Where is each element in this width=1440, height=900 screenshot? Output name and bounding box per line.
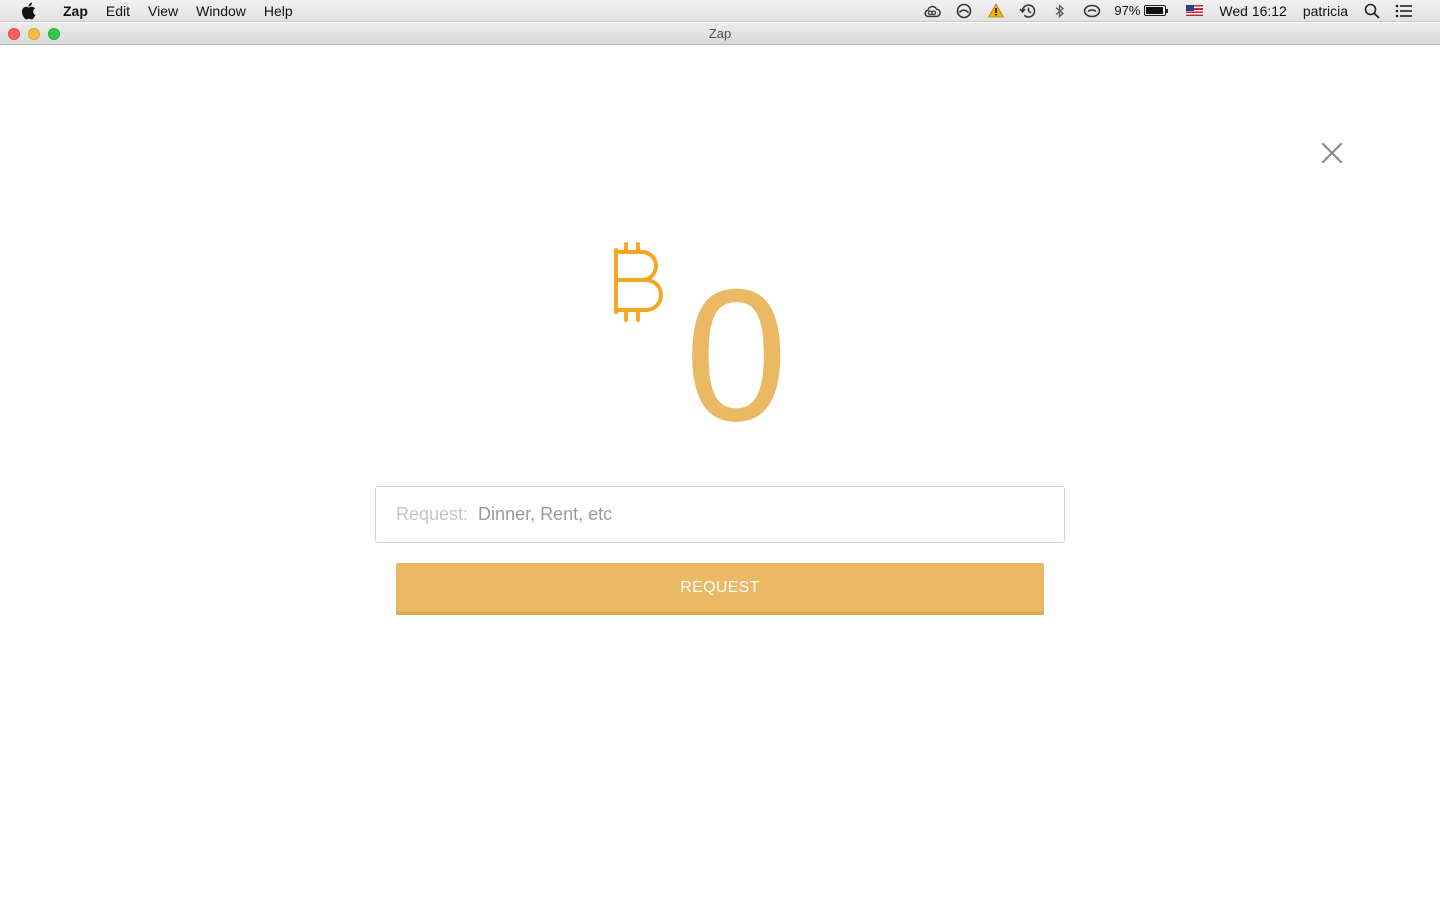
window-title-bar: Zap (0, 23, 1440, 45)
battery-percent: 97% (1114, 3, 1141, 18)
notification-center-icon[interactable] (1395, 2, 1413, 20)
bitcoin-icon[interactable] (608, 242, 668, 330)
window-controls (8, 28, 68, 40)
window-zoom-button[interactable] (48, 28, 60, 40)
menu-view[interactable]: View (139, 0, 187, 22)
apple-menu-icon[interactable] (20, 2, 38, 20)
menu-bar-status: 97% Wed 16:12 patricia (916, 0, 1440, 22)
window-close-button[interactable] (8, 28, 20, 40)
time-machine-icon[interactable] (1019, 2, 1037, 20)
request-field-label: Request: (396, 504, 469, 524)
warning-icon[interactable] (987, 2, 1005, 20)
amount-value[interactable]: 0 (685, 261, 787, 449)
creative-cloud-icon[interactable] (923, 2, 942, 20)
menu-bar-left: Zap Edit View Window Help (0, 0, 302, 22)
battery-icon[interactable] (1144, 5, 1169, 16)
request-memo-field[interactable]: Request: (375, 486, 1065, 543)
menu-edit[interactable]: Edit (97, 0, 139, 22)
menu-user[interactable]: patricia (1303, 3, 1348, 19)
battery-fill (1146, 7, 1164, 14)
close-icon[interactable] (1320, 141, 1344, 165)
request-button[interactable]: REQUEST (396, 563, 1044, 615)
window-minimize-button[interactable] (28, 28, 40, 40)
bluetooth-icon[interactable] (1051, 2, 1069, 20)
wifi-icon[interactable] (1083, 2, 1101, 20)
request-memo-input[interactable] (478, 494, 1064, 535)
menu-bar: Zap Edit View Window Help 97% Wed 16:12 … (0, 0, 1440, 22)
amount-display: 0 (0, 235, 1440, 449)
menu-clock[interactable]: Wed 16:12 (1219, 3, 1286, 19)
window-title: Zap (708, 26, 732, 41)
us-flag-icon[interactable] (1186, 5, 1204, 16)
spotlight-search-icon[interactable] (1363, 2, 1381, 20)
menu-help[interactable]: Help (255, 0, 302, 22)
menu-app-name[interactable]: Zap (54, 0, 97, 22)
menu-window[interactable]: Window (187, 0, 255, 22)
sync-icon[interactable] (955, 2, 973, 20)
